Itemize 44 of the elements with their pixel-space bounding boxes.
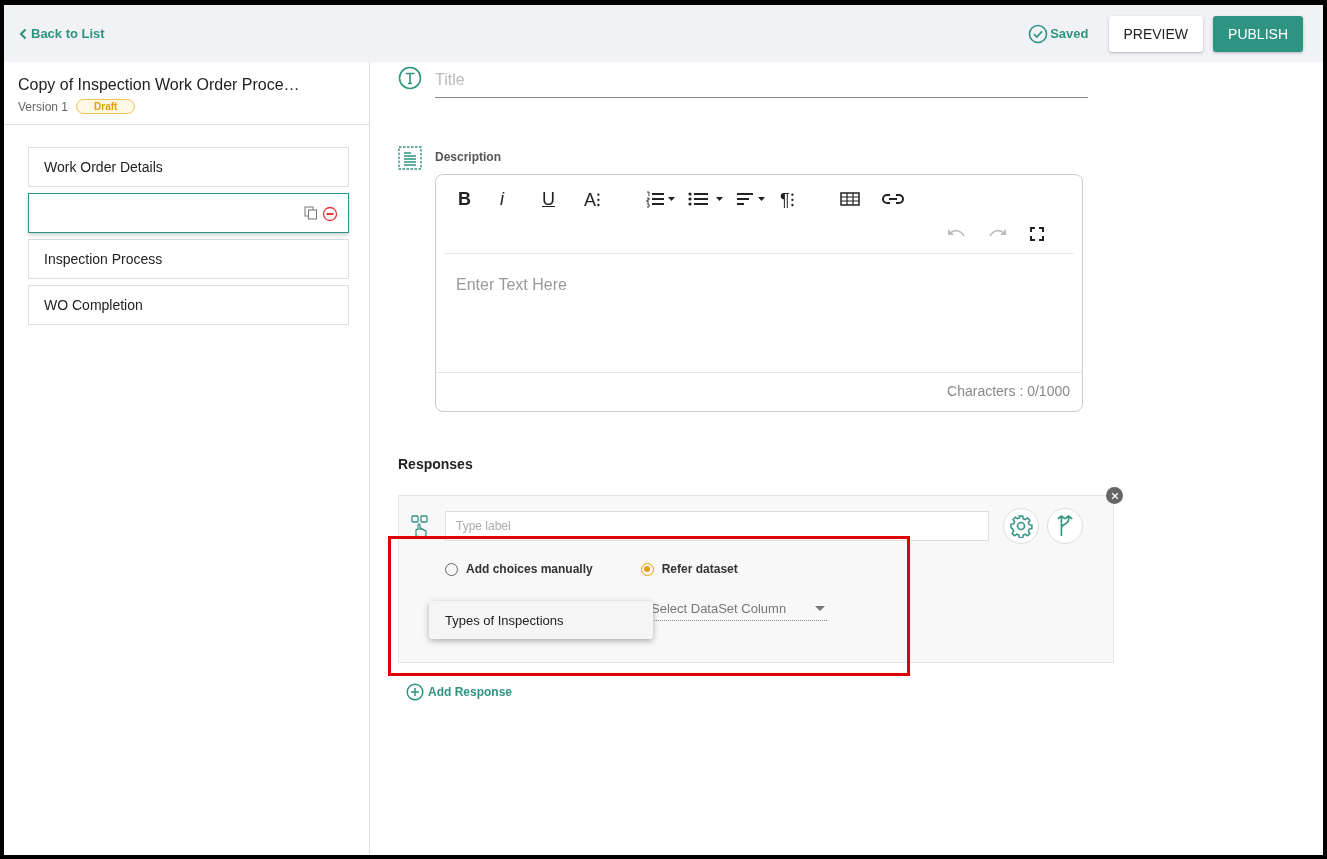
- paragraph-icon: [398, 146, 422, 170]
- branch-arrows-icon: [1056, 515, 1074, 537]
- publish-button[interactable]: PUBLISH: [1213, 15, 1303, 52]
- gear-icon: [1009, 514, 1033, 538]
- saved-status: Saved: [1050, 26, 1089, 41]
- plus-circle-icon: [406, 683, 424, 701]
- fullscreen-icon[interactable]: [1030, 227, 1044, 241]
- align-icon[interactable]: [736, 190, 768, 208]
- radio-option[interactable]: Refer dataset: [640, 562, 738, 576]
- branch-button[interactable]: [1047, 508, 1083, 544]
- version-label: Version 1: [18, 99, 69, 114]
- title-icon: [398, 66, 422, 90]
- character-counter: Characters : 0/1000: [947, 383, 1070, 399]
- numbered-list-icon[interactable]: [646, 190, 676, 208]
- title-field[interactable]: Title: [435, 66, 1088, 98]
- section-item[interactable]: [28, 193, 349, 233]
- close-button[interactable]: [1106, 487, 1123, 504]
- link-icon[interactable]: [882, 193, 904, 205]
- format-button[interactable]: B: [458, 188, 500, 210]
- settings-button[interactable]: [1003, 508, 1039, 544]
- touch-choice-icon: [411, 515, 429, 537]
- status-badge: Draft: [76, 99, 136, 114]
- radio-option[interactable]: Add choices manually: [445, 562, 593, 576]
- label-field[interactable]: Type label: [445, 511, 989, 541]
- chevron-left-icon: [19, 27, 27, 40]
- format-button[interactable]: A⁝: [584, 187, 640, 211]
- paragraph-button[interactable]: ¶⁝: [780, 187, 810, 211]
- section-item[interactable]: Inspection Process: [28, 239, 349, 279]
- description-label: Description: [435, 150, 502, 164]
- check-circle-icon: [1028, 23, 1049, 44]
- format-button[interactable]: U: [542, 188, 584, 210]
- close-icon: [1110, 491, 1119, 500]
- section-item[interactable]: Work Order Details: [28, 147, 349, 187]
- format-button[interactable]: i: [500, 188, 542, 210]
- document-title: Copy of Inspection Work Order Proce…: [18, 76, 301, 94]
- table-icon[interactable]: [840, 192, 860, 206]
- bullet-list-icon[interactable]: [688, 190, 724, 208]
- remove-icon[interactable]: [322, 206, 338, 222]
- copy-icon[interactable]: [304, 206, 318, 220]
- menu-item[interactable]: Types of Inspections: [429, 601, 653, 639]
- responses-heading: Responses: [398, 456, 474, 472]
- preview-button[interactable]: PREVIEW: [1108, 15, 1204, 52]
- add-response-link[interactable]: Add Response: [406, 683, 1323, 701]
- section-item[interactable]: WO Completion: [28, 285, 349, 325]
